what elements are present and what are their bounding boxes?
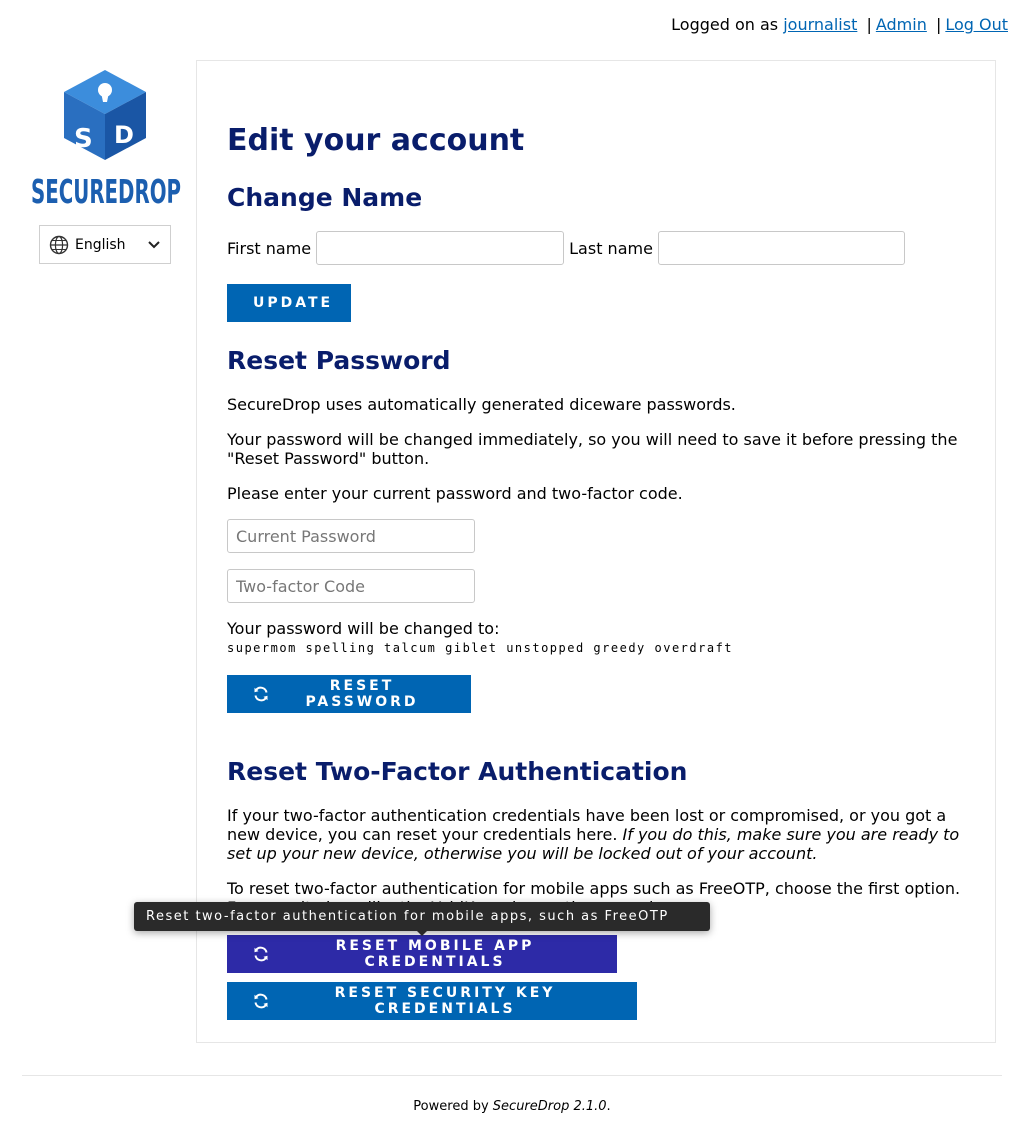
mobile-app-tooltip: Reset two-factor authentication for mobi…: [134, 902, 710, 931]
footer-divider: [22, 1075, 1002, 1076]
first-name-input[interactable]: [316, 231, 565, 265]
footer-period: .: [606, 1099, 611, 1114]
refresh-icon: [253, 993, 269, 1009]
reset-password-button[interactable]: RESET PASSWORD: [227, 675, 471, 713]
language-select[interactable]: English: [39, 225, 171, 264]
reset-2fa-heading: Reset Two-Factor Authentication: [227, 757, 688, 786]
change-name-heading: Change Name: [227, 183, 423, 212]
reset-password-heading: Reset Password: [227, 346, 451, 375]
logout-link[interactable]: Log Out: [945, 15, 1008, 34]
powered-by-label: Powered by: [413, 1099, 489, 1114]
admin-link[interactable]: Admin: [876, 15, 927, 34]
name-form: First name Last name: [227, 231, 910, 265]
reset-security-key-label: RESET SECURITY KEY CREDENTIALS: [334, 985, 556, 1017]
svg-text:SECUREDROP: SECUREDROP: [31, 172, 181, 205]
first-name-label: First name: [227, 238, 312, 258]
last-name-input[interactable]: [657, 231, 905, 265]
reset-2fa-intro: If your two-factor authentication creden…: [227, 806, 965, 863]
language-label: English: [75, 236, 126, 253]
tooltip-arrow: [416, 930, 428, 936]
separator: |: [935, 15, 942, 34]
reset-password-label: RESET PASSWORD: [305, 678, 419, 710]
username-link[interactable]: journalist: [783, 15, 857, 34]
svg-text:D: D: [114, 121, 134, 149]
update-button-label: UPDATE: [253, 295, 334, 311]
svg-text:S: S: [74, 124, 93, 154]
separator: |: [866, 15, 872, 34]
refresh-icon: [253, 946, 269, 962]
account-nav: Logged on as journalist | Admin | Log Out: [671, 15, 1008, 35]
chevron-down-icon: [148, 240, 160, 249]
footer: Powered by SecureDrop 2.1.0.: [0, 1099, 1024, 1114]
page-title: Edit your account: [227, 123, 525, 158]
logged-in-label: Logged on as: [671, 15, 779, 34]
current-password-input[interactable]: [227, 519, 475, 553]
reset-mobile-app-button[interactable]: RESET MOBILE APP CREDENTIALS: [227, 935, 617, 973]
enter-credentials-text: Please enter your current password and t…: [227, 484, 683, 503]
last-name-label: Last name: [569, 238, 653, 258]
changed-to-label: Your password will be changed to:: [227, 619, 500, 638]
diceware-text: SecureDrop uses automatically generated …: [227, 395, 736, 414]
securedrop-logo[interactable]: S D SECUREDROP: [30, 70, 182, 205]
update-button[interactable]: UPDATE: [227, 284, 351, 322]
new-password-text: supermom spelling talcum giblet unstoppe…: [227, 641, 734, 655]
reset-mobile-app-label: RESET MOBILE APP CREDENTIALS: [335, 938, 535, 970]
two-factor-code-input[interactable]: [227, 569, 475, 603]
main-panel: Edit your account Change Name First name…: [196, 60, 996, 1043]
password-warning-text: Your password will be changed immediatel…: [227, 430, 958, 468]
globe-icon: [49, 235, 69, 255]
product-version: SecureDrop 2.1.0: [492, 1099, 607, 1114]
reset-security-key-button[interactable]: RESET SECURITY KEY CREDENTIALS: [227, 982, 637, 1020]
refresh-icon: [253, 686, 269, 702]
